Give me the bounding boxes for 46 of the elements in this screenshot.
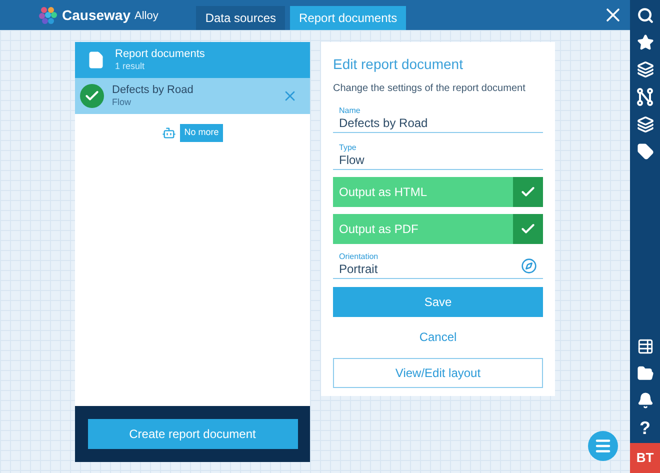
document-icon: [87, 51, 105, 69]
panel-description: Change the settings of the report document: [333, 82, 526, 96]
option-label: Output as PDF: [338, 221, 420, 238]
layers-icon[interactable]: [636, 116, 654, 133]
layout-button[interactable]: View/Edit layout: [333, 358, 543, 388]
tag-icon[interactable]: [636, 143, 654, 160]
option-label: Output as HTML: [338, 184, 428, 201]
list-item[interactable]: Defects by Road Flow: [75, 78, 310, 114]
robot-icon: [162, 126, 176, 140]
save-button[interactable]: Save: [333, 287, 543, 317]
result-count: 1 result: [115, 61, 146, 72]
logo-suffix: Alloy: [134, 9, 158, 24]
field-value: Flow: [339, 153, 366, 168]
star-icon[interactable]: [636, 34, 654, 51]
logo-text: Causeway: [62, 6, 130, 25]
search-icon[interactable]: [636, 7, 654, 24]
user-avatar[interactable]: BT: [630, 443, 660, 473]
field-label: Type: [339, 143, 358, 153]
item-title: Defects by Road: [112, 84, 194, 98]
text-field[interactable]: Type Flow: [333, 143, 543, 170]
item-subtitle: Flow: [112, 97, 132, 108]
help-button[interactable]: ?: [640, 419, 650, 437]
bell-icon[interactable]: [636, 392, 654, 409]
menu-icon: [594, 437, 612, 455]
end-label: No more: [180, 124, 223, 142]
create-button[interactable]: Create report document: [88, 419, 298, 449]
folder-icon[interactable]: [636, 365, 654, 382]
menu-button[interactable]: [588, 431, 618, 461]
field-value: Portrait: [339, 262, 379, 277]
orientation-field[interactable]: Orientation Portrait: [333, 252, 543, 279]
text-field[interactable]: Name Defects by Road: [333, 106, 543, 133]
field-value: Defects by Road: [339, 116, 429, 131]
compass-icon[interactable]: [521, 258, 537, 274]
list-title: Report documents: [115, 48, 205, 62]
table-icon[interactable]: [636, 338, 654, 355]
field-label: Orientation: [339, 252, 380, 262]
logo-icon: [38, 5, 58, 25]
cancel-button[interactable]: Cancel: [333, 327, 543, 347]
nodes-icon[interactable]: [637, 88, 653, 106]
checkbox[interactable]: [513, 214, 543, 244]
layers-icon[interactable]: [636, 61, 654, 78]
panel-title: Edit report document: [333, 55, 464, 74]
tab[interactable]: Report documents: [290, 6, 406, 30]
tab[interactable]: Data sources: [196, 6, 286, 30]
checkbox[interactable]: [513, 177, 543, 207]
field-label: Name: [339, 106, 362, 116]
